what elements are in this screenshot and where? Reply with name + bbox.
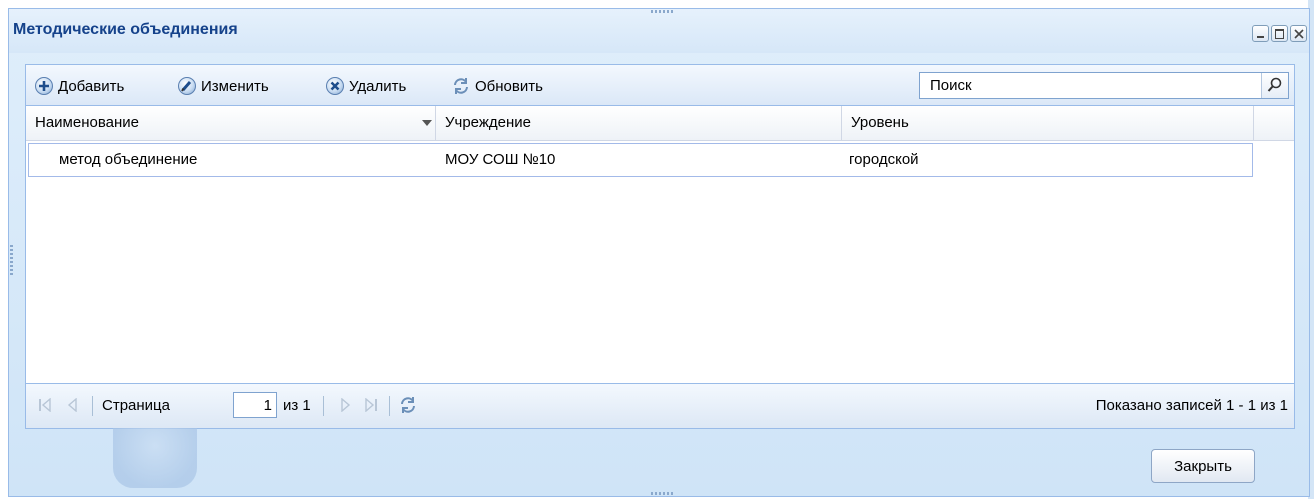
add-icon [34, 76, 54, 96]
records-summary: Показано записей 1 - 1 из 1 [1095, 397, 1288, 414]
resize-grip-top[interactable] [651, 10, 675, 13]
close-icon[interactable] [1290, 25, 1307, 42]
grid-header: Наименование Учреждение Уровень [26, 106, 1294, 141]
background-logo [113, 428, 197, 488]
resize-grip-left[interactable] [10, 245, 13, 275]
pagination-bar: Страница из 1 Показано записей 1 - 1 из … [26, 383, 1294, 428]
refresh-icon [451, 76, 471, 96]
next-page-icon[interactable] [338, 398, 352, 412]
refresh-icon[interactable] [398, 395, 418, 415]
edit-button[interactable]: Изменить [177, 76, 269, 96]
separator [92, 396, 93, 416]
add-label: Добавить [58, 77, 125, 95]
search-input[interactable] [920, 73, 1256, 98]
toolbar: Добавить Изменить Удалить Обновить [26, 65, 1294, 106]
cell-level: городской [849, 151, 919, 168]
cell-institution: МОУ СОШ №10 [445, 151, 556, 168]
refresh-button[interactable]: Обновить [451, 76, 543, 96]
window-controls [1252, 25, 1307, 42]
title-bar[interactable]: Методические объединения [9, 9, 1309, 53]
search-icon [1267, 77, 1282, 92]
refresh-label: Обновить [475, 77, 543, 95]
add-button[interactable]: Добавить [34, 76, 124, 96]
resize-grip-bottom[interactable] [651, 492, 675, 495]
page-label: Страница [102, 397, 170, 414]
table-row[interactable]: метод объединение МОУ СОШ №10 городской [28, 143, 1253, 177]
delete-label: Удалить [349, 77, 407, 95]
separator [389, 396, 390, 416]
cell-name: метод объединение [59, 151, 198, 168]
close-button[interactable]: Закрыть [1151, 449, 1255, 483]
window-title: Методические объединения [13, 21, 238, 38]
first-page-icon[interactable] [38, 398, 52, 412]
maximize-icon[interactable] [1271, 25, 1288, 42]
last-page-icon[interactable] [364, 398, 378, 412]
delete-icon [325, 76, 345, 96]
column-header-name[interactable]: Наименование [26, 106, 436, 140]
edit-label: Изменить [201, 77, 269, 95]
search-box [919, 72, 1289, 99]
column-header-level[interactable]: Уровень [842, 106, 1254, 140]
minimize-icon[interactable] [1252, 25, 1269, 42]
delete-button[interactable]: Удалить [325, 76, 406, 96]
column-header-institution[interactable]: Учреждение [436, 106, 842, 140]
search-button[interactable] [1261, 73, 1288, 98]
separator [323, 396, 324, 416]
edit-icon [177, 76, 197, 96]
page-of-label: из 1 [283, 397, 311, 414]
page-number-input[interactable] [233, 392, 277, 418]
grid-panel: Добавить Изменить Удалить Обновить Поиск… [25, 64, 1295, 429]
column-menu-icon[interactable] [422, 120, 432, 126]
prev-page-icon[interactable] [66, 398, 80, 412]
